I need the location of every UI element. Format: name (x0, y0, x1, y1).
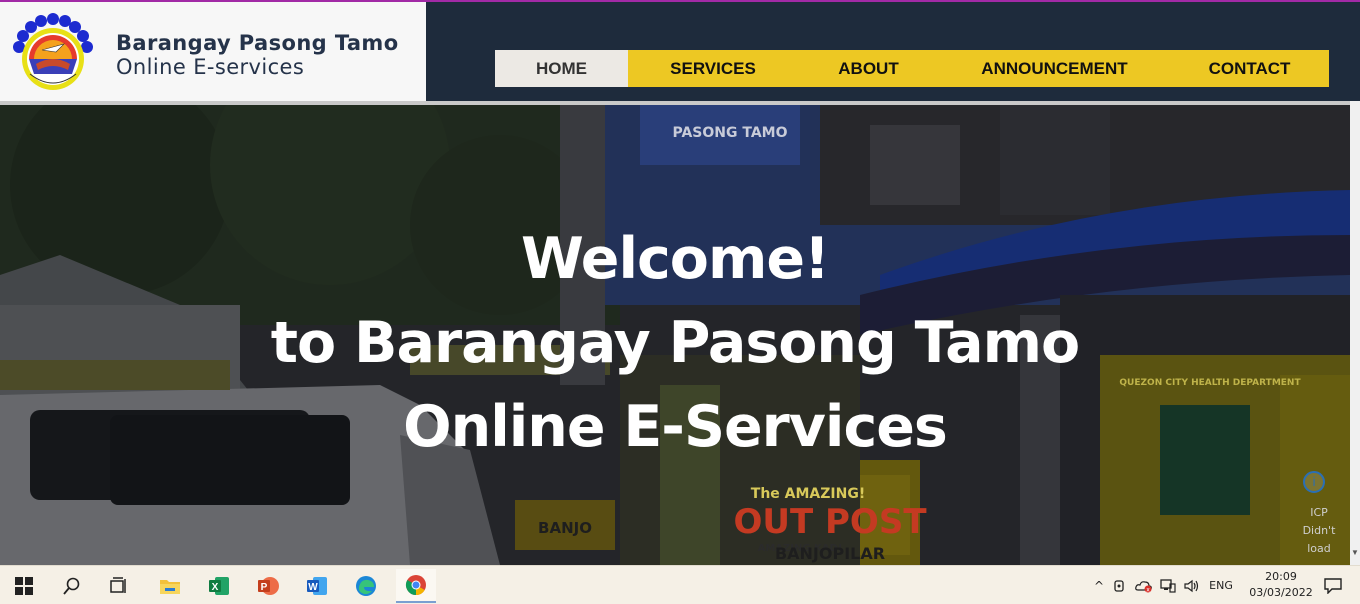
scroll-down-icon[interactable]: ▼ (1351, 548, 1359, 558)
svg-text:x: x (1146, 586, 1150, 593)
welcome-line-1: Welcome! (520, 226, 830, 292)
photo-sign-amazing: The AMAZING! (751, 486, 865, 502)
clock-time: 20:09 (1265, 570, 1297, 583)
photo-sign-outpost: OUT POST (733, 502, 927, 542)
language-indicator[interactable]: ENG (1204, 579, 1238, 592)
search-icon[interactable] (52, 569, 92, 603)
powerpoint-icon[interactable]: P (248, 569, 288, 603)
info-icon[interactable]: i (1303, 471, 1325, 493)
floating-info-widget[interactable]: i ICP Didn't load (1293, 470, 1345, 562)
welcome-line-3: Online E-Services (403, 394, 948, 460)
photo-sign-banjopilar: BANJOPILAR (775, 544, 885, 563)
notifications-icon[interactable] (1318, 569, 1348, 603)
site-title: Barangay Pasong Tamo (116, 31, 399, 55)
meet-icon[interactable] (1108, 579, 1132, 593)
main-nav: HOME SERVICES ABOUT ANNOUNCEMENT CONTACT (495, 50, 1329, 87)
nav-about[interactable]: ABOUT (798, 50, 939, 87)
task-view-icon[interactable] (100, 569, 140, 603)
welcome-line-2: to Barangay Pasong Tamo (270, 310, 1080, 376)
volume-icon[interactable] (1180, 579, 1204, 593)
onedrive-error-icon[interactable]: x (1132, 579, 1156, 593)
nav-home[interactable]: HOME (495, 50, 628, 87)
nav-announcement[interactable]: ANNOUNCEMENT (939, 50, 1170, 87)
windows-taskbar: X P W ^ x ENG 20:09 03/03/2022 (0, 565, 1360, 604)
svg-text:W: W (308, 582, 318, 593)
edge-icon[interactable] (346, 569, 386, 603)
nav-services[interactable]: SERVICES (628, 50, 798, 87)
chevron-up-icon[interactable]: ^ (1090, 579, 1108, 593)
taskbar-clock[interactable]: 20:09 03/03/2022 (1248, 569, 1314, 601)
chrome-icon[interactable] (396, 569, 436, 603)
excel-icon[interactable]: X (199, 569, 239, 603)
floating-info-text: ICP Didn't load (1302, 506, 1336, 555)
site-subtitle: Online E-services (116, 55, 305, 79)
word-icon[interactable]: W (297, 569, 337, 603)
file-explorer-icon[interactable] (150, 569, 190, 603)
nav-contact[interactable]: CONTACT (1170, 50, 1329, 87)
system-tray: ^ x ENG (1090, 566, 1238, 604)
clock-date: 03/03/2022 (1249, 586, 1313, 599)
page-scrollbar[interactable] (1350, 101, 1360, 565)
brand-header: Barangay Pasong Tamo Online E-services (0, 2, 426, 101)
network-icon[interactable] (1156, 578, 1180, 593)
welcome-heading: Welcome! to Barangay Pasong Tamo Online … (0, 217, 1350, 469)
photo-sign-banjo: BANJO (538, 519, 592, 537)
hero-banner: The AMAZING! OUT POST AMAZING KAD! BANJO… (0, 105, 1350, 565)
windows-start-icon[interactable] (4, 569, 44, 603)
photo-sign-building: PASONG TAMO (672, 125, 787, 141)
svg-text:X: X (212, 582, 219, 593)
barangay-logo[interactable] (12, 12, 94, 94)
svg-text:P: P (261, 582, 268, 593)
